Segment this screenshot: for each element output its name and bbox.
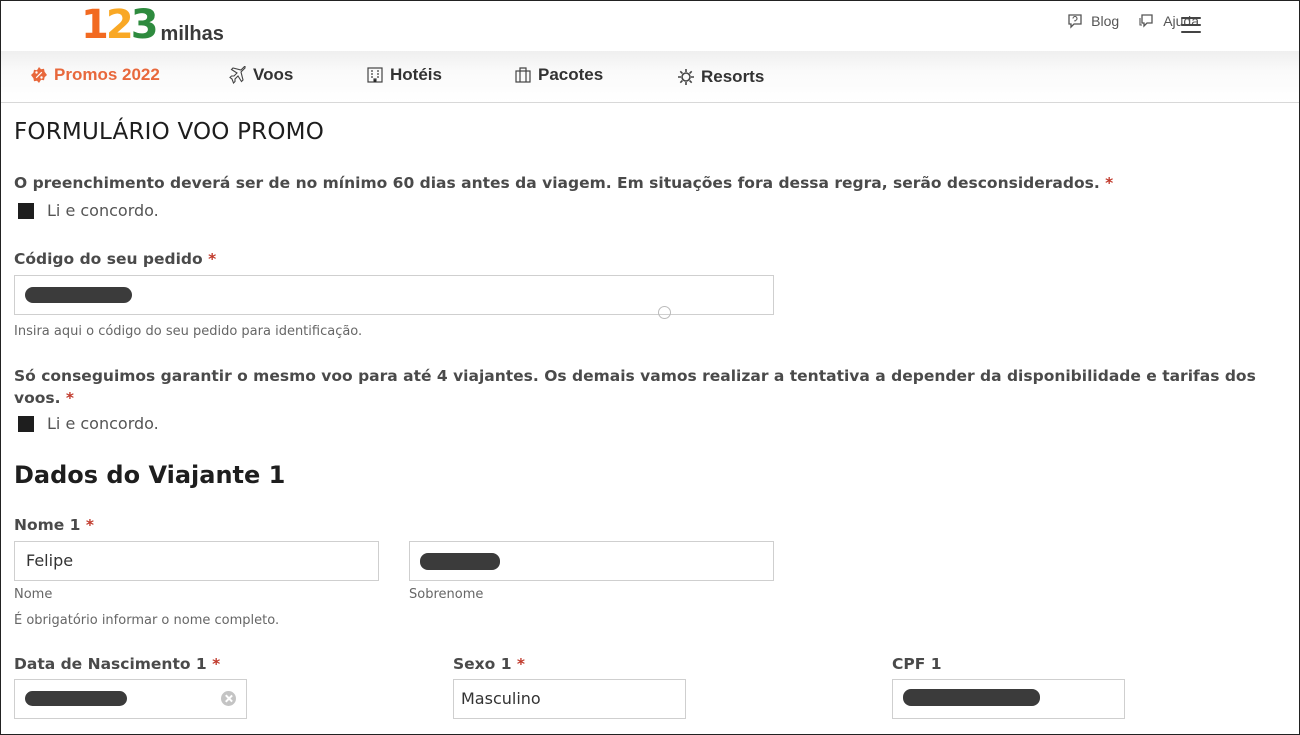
order-code-help: Insira aqui o código do seu pedido para … <box>14 324 363 339</box>
required-mark: * <box>85 516 94 534</box>
redacted-cpf <box>903 689 1040 706</box>
required-mark: * <box>212 655 221 673</box>
first-name-value: Felipe <box>26 551 74 570</box>
sex-value: Masculino <box>461 689 541 708</box>
sun-icon <box>678 69 694 85</box>
logo-word: milhas <box>160 23 224 45</box>
nav-promos-label: Promos 2022 <box>54 65 160 84</box>
birth-date-label-text: Data de Nascimento 1 <box>14 655 207 673</box>
nav-hoteis-label: Hotéis <box>390 65 442 84</box>
required-mark: * <box>208 250 217 268</box>
page-frame: 1 2 3 milhas Blog Ajuda Promos 2022 Voos <box>0 0 1300 735</box>
blog-label: Blog <box>1091 13 1120 29</box>
rule1-agree-checkbox[interactable] <box>18 202 34 219</box>
airplane-icon <box>229 66 246 84</box>
top-header: 1 2 3 milhas Blog Ajuda <box>1 1 1299 51</box>
rule1-agree-row: Li e concordo. <box>18 201 159 220</box>
redacted-birth-date <box>25 691 127 706</box>
nav-promos[interactable]: Promos 2022 <box>30 65 160 85</box>
birth-date-input[interactable] <box>14 679 247 719</box>
help-chat-icon <box>1139 14 1153 28</box>
last-name-caption: Sobrenome <box>409 587 484 602</box>
logo-digit-1: 1 <box>81 2 109 48</box>
sex-select[interactable]: Masculino <box>453 679 686 719</box>
chat-bubble-icon <box>1068 14 1082 29</box>
nav-pacotes-label: Pacotes <box>538 65 604 84</box>
main-nav: Promos 2022 Voos Hotéis Pacotes Resorts <box>1 51 1299 103</box>
mouse-cursor-ring <box>658 306 671 319</box>
clear-date-icon[interactable] <box>221 691 236 706</box>
header-links: Blog Ajuda <box>1067 13 1199 29</box>
cpf-label: CPF 1 <box>892 655 942 673</box>
blog-link[interactable]: Blog <box>1067 13 1119 29</box>
nav-pacotes[interactable]: Pacotes <box>514 65 603 85</box>
required-mark: * <box>1105 174 1114 192</box>
order-code-label: Código do seu pedido * <box>14 250 216 268</box>
nav-hoteis[interactable]: Hotéis <box>366 65 442 85</box>
rule2-agree-label: Li e concordo. <box>47 414 159 433</box>
nav-voos[interactable]: Voos <box>229 65 293 85</box>
redacted-order-code <box>25 287 132 303</box>
redacted-last-name <box>420 553 500 570</box>
nav-resorts[interactable]: Resorts <box>677 67 764 87</box>
rule2-text: Só conseguimos garantir o mesmo voo para… <box>14 367 1256 407</box>
first-name-caption: Nome <box>14 587 53 602</box>
rule2-agree-row: Li e concordo. <box>18 414 159 433</box>
promo-badge-icon <box>31 67 47 83</box>
sex-label-text: Sexo 1 <box>453 655 512 673</box>
rule2-text-block: Só conseguimos garantir o mesmo voo para… <box>14 365 1276 409</box>
nav-resorts-label: Resorts <box>701 67 765 86</box>
nav-voos-label: Voos <box>253 65 294 84</box>
rule1-text-block: O preenchimento deverá ser de no mínimo … <box>14 172 1113 194</box>
logo-digit-2: 2 <box>105 2 134 48</box>
full-name-help: É obrigatório informar o nome completo. <box>14 613 280 628</box>
order-code-label-text: Código do seu pedido <box>14 250 203 268</box>
birth-date-label: Data de Nascimento 1 * <box>14 655 220 673</box>
brand-logo[interactable]: 1 2 3 milhas <box>81 5 224 45</box>
rule2-agree-checkbox[interactable] <box>18 415 34 432</box>
first-name-input[interactable]: Felipe <box>14 541 379 581</box>
suitcase-icon <box>515 67 531 83</box>
last-name-input[interactable] <box>409 541 774 581</box>
rule1-text: O preenchimento deverá ser de no mínimo … <box>14 174 1100 192</box>
traveler-section-title: Dados do Viajante 1 <box>14 461 286 489</box>
rule1-agree-label: Li e concordo. <box>47 201 159 220</box>
logo-digit-3: 3 <box>130 2 159 48</box>
name-label-text: Nome 1 <box>14 516 81 534</box>
hotel-building-icon <box>367 67 383 83</box>
sex-label: Sexo 1 * <box>453 655 525 673</box>
hamburger-menu-icon[interactable] <box>1181 17 1201 35</box>
required-mark: * <box>516 655 526 673</box>
name-label: Nome 1 * <box>14 516 94 534</box>
cpf-input[interactable] <box>892 679 1125 719</box>
form-title: FORMULÁRIO VOO PROMO <box>14 119 324 145</box>
required-mark: * <box>65 389 75 407</box>
